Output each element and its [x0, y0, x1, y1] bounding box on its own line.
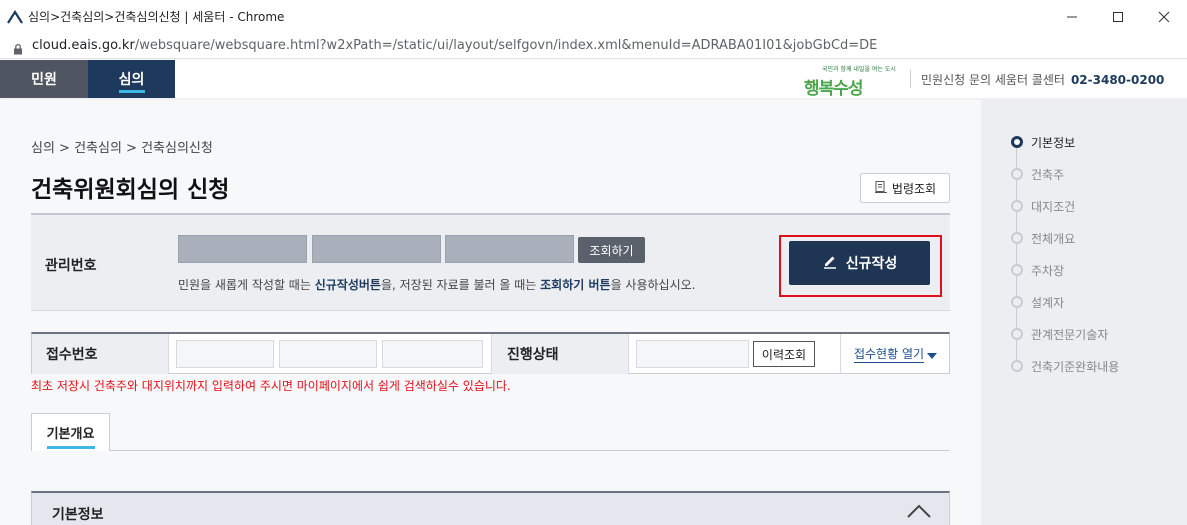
document-icon — [874, 180, 888, 197]
receipt-number-field-1[interactable] — [176, 340, 274, 368]
brand-logo-text: 행복수성 — [804, 74, 864, 99]
step-item-overview[interactable]: 전체개요 — [1011, 228, 1075, 248]
app-logo-icon — [6, 8, 24, 26]
progress-status-field — [636, 340, 749, 368]
url-host: cloud.eais.go.kr — [32, 38, 135, 53]
step-label: 주차장 — [1031, 263, 1065, 278]
window-title: 심의>건축심의>건축심의신청 | 세움터 - Chrome — [28, 10, 285, 24]
receipt-row: 접수번호 진행상태 이력조회 접수현황 열기 — [31, 332, 950, 374]
step-dot-icon — [1011, 360, 1023, 372]
call-center-info: 민원신청 문의 세움터 콜센터 02-3480-0200 — [921, 71, 1164, 88]
window-controls — [1049, 0, 1187, 33]
step-label: 건축기준완화내용 — [1031, 359, 1120, 374]
receipt-status-toggle[interactable]: 접수현황 열기 — [840, 334, 950, 374]
save-notice: 최초 저장시 건축주와 대지위치까지 입력하여 주시면 마이페이지에서 쉽게 검… — [31, 379, 511, 393]
nav-tab-minwon[interactable]: 민원 — [0, 60, 88, 98]
new-application-label: 신규작성 — [845, 256, 898, 272]
url-path: /websquare/websquare.html?w2xPath=/stati… — [134, 38, 878, 53]
nav-tab-simui-label: 심의 — [118, 72, 145, 88]
step-dot-icon — [1011, 136, 1023, 148]
management-number-field-3[interactable] — [445, 235, 574, 263]
help-text-bold-1: 신규작성버튼 — [314, 278, 381, 292]
breadcrumb: 심의 > 건축심의 > 건축심의신청 — [31, 141, 213, 156]
step-item-basic-info[interactable]: 기본정보 — [1011, 132, 1075, 152]
lock-icon — [12, 40, 24, 54]
section-basic-info-header[interactable]: 기본정보 — [31, 491, 950, 525]
brand-logo-a: 행복 — [804, 79, 834, 99]
active-tab-indicator — [119, 90, 145, 93]
step-item-owner[interactable]: 건축주 — [1011, 164, 1064, 184]
pencil-icon — [822, 253, 838, 273]
step-label: 대지조건 — [1031, 199, 1076, 214]
brand-slogan: 국민과 함께 내일을 여는 도시 — [822, 66, 896, 73]
help-text-2: 을, 저장된 자료를 불러 올 때는 — [380, 278, 541, 292]
chevron-up-icon[interactable] — [907, 503, 931, 522]
receipt-status-label: 접수현황 열기 — [853, 347, 925, 363]
management-number-field-2[interactable] — [312, 235, 441, 263]
new-application-button[interactable]: 신규작성 — [789, 241, 930, 285]
law-lookup-button[interactable]: 법령조회 — [860, 173, 950, 203]
step-item-designer[interactable]: 설계자 — [1011, 292, 1064, 312]
step-item-engineer[interactable]: 관계전문기술자 — [1011, 324, 1108, 344]
step-label: 설계자 — [1031, 295, 1065, 310]
brand-logo[interactable]: 국민과 함께 내일을 여는 도시 행복수성 — [800, 62, 898, 99]
progress-status-label: 진행상태 — [491, 334, 629, 374]
minimize-icon[interactable] — [1049, 0, 1095, 33]
subtab-divider — [110, 450, 950, 451]
law-lookup-label: 법령조회 — [891, 181, 937, 196]
section-title: 기본정보 — [52, 507, 104, 523]
step-item-parking[interactable]: 주차장 — [1011, 260, 1064, 280]
lookup-button[interactable]: 조회하기 — [578, 237, 645, 263]
address-bar[interactable]: cloud.eais.go.kr/websquare/websquare.htm… — [0, 33, 1187, 59]
step-dot-icon — [1011, 168, 1023, 180]
step-label: 전체개요 — [1031, 231, 1076, 246]
caret-down-icon — [927, 345, 938, 364]
step-item-site-condition[interactable]: 대지조건 — [1011, 196, 1075, 216]
help-text-1: 민원을 새롭게 작성할 때는 — [178, 278, 315, 292]
tab-basic-overview-label: 기본개요 — [46, 427, 95, 442]
window-titlebar: 심의>건축심의>건축심의신청 | 세움터 - Chrome — [0, 0, 1187, 33]
brand-logo-b: 수성 — [833, 79, 863, 99]
close-icon[interactable] — [1141, 0, 1187, 33]
call-center-phone: 02-3480-0200 — [1070, 73, 1165, 87]
nav-divider — [910, 70, 911, 88]
maximize-icon[interactable] — [1095, 0, 1141, 33]
help-text-bold-2: 조회하기 버튼 — [540, 278, 611, 292]
step-label: 기본정보 — [1031, 135, 1076, 150]
tab-basic-overview[interactable]: 기본개요 — [31, 413, 110, 451]
step-sidebar: 기본정보 건축주 대지조건 전체개요 주차장 설계자 관계전문기술자 건축기준완… — [981, 98, 1187, 525]
history-lookup-button[interactable]: 이력조회 — [753, 341, 815, 367]
step-dot-icon — [1011, 296, 1023, 308]
step-dot-icon — [1011, 328, 1023, 340]
site-top-nav: 민원 심의 국민과 함께 내일을 여는 도시 행복수성 민원신청 문의 세움터 … — [0, 60, 1187, 99]
page-title: 건축위원회심의 신청 — [31, 177, 230, 203]
receipt-number-field-3[interactable] — [382, 340, 483, 368]
management-number-label: 관리번호 — [45, 258, 97, 274]
step-label: 건축주 — [1031, 167, 1065, 182]
receipt-number-label: 접수번호 — [32, 334, 169, 374]
nav-tab-simui[interactable]: 심의 — [88, 60, 175, 98]
step-label: 관계전문기술자 — [1031, 327, 1109, 342]
help-text-3: 을 사용하십시오. — [610, 278, 696, 292]
step-item-relaxation[interactable]: 건축기준완화내용 — [1011, 356, 1119, 376]
management-number-panel: 관리번호 조회하기 민원을 새롭게 작성할 때는 신규작성버튼을, 저장된 자료… — [31, 213, 950, 311]
subtab-active-indicator — [47, 446, 95, 449]
call-center-links[interactable]: 민원신청 문의 세움터 콜센터 — [921, 73, 1065, 87]
step-dot-icon — [1011, 200, 1023, 212]
step-dot-icon — [1011, 264, 1023, 276]
management-help-text: 민원을 새롭게 작성할 때는 신규작성버튼을, 저장된 자료를 불러 올 때는 … — [178, 276, 695, 293]
url-text[interactable]: cloud.eais.go.kr/websquare/websquare.htm… — [32, 38, 877, 53]
step-dot-icon — [1011, 232, 1023, 244]
management-number-field-1[interactable] — [178, 235, 307, 263]
receipt-number-field-2[interactable] — [279, 340, 377, 368]
